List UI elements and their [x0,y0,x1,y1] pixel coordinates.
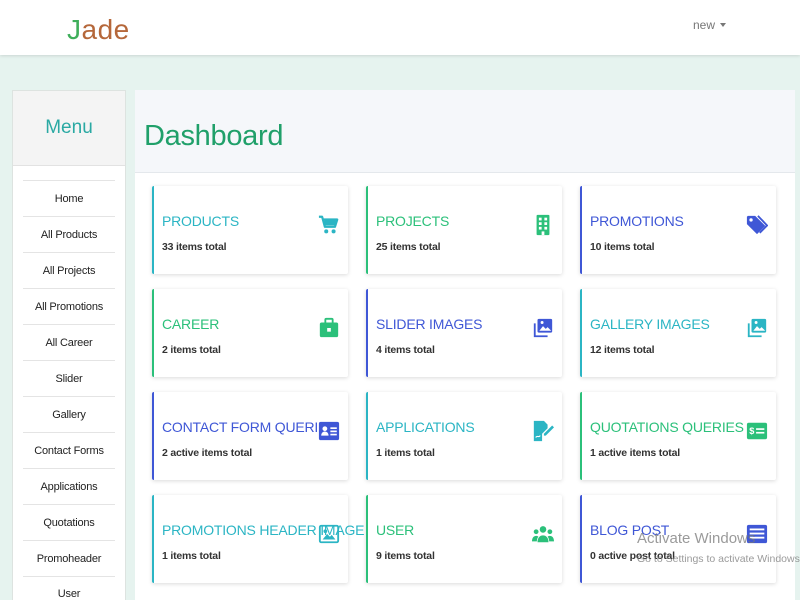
user-menu-label: new [693,18,716,32]
money-check-icon: $ [746,422,768,440]
card-title: GALLERY IMAGES [590,316,710,332]
cart-icon [318,215,339,234]
card-gallery-images[interactable]: GALLERY IMAGES 12 items total [580,289,776,377]
sidebar-item-user[interactable]: User [23,576,115,600]
card-count: 4 items total [376,344,435,356]
sidebar-header: Menu [13,91,125,166]
user-dropdown[interactable]: new [693,18,727,32]
card-career[interactable]: CAREER 2 items total [152,289,348,377]
card-title: USER [376,522,415,538]
card-title: PROMOTIONS [590,213,684,229]
card-quotations-queries[interactable]: QUOTATIONS QUERIES 1 active items total … [580,392,776,480]
card-products[interactable]: PRODUCTS 33 items total [152,186,348,274]
sidebar-item-contact-forms[interactable]: Contact Forms [23,432,115,468]
card-title: PRODUCTS [162,213,239,229]
card-count: 33 items total [162,241,227,253]
card-contact-form-queries[interactable]: CONTACT FORM QUERIES 2 active items tota… [152,392,348,480]
card-count: 1 items total [162,550,221,562]
file-signature-icon [533,420,554,442]
card-user[interactable]: USER 9 items total [366,495,562,583]
card-promotions[interactable]: PROMOTIONS 10 items total [580,186,776,274]
card-title: CAREER [162,316,220,332]
sidebar-item-promoheader[interactable]: Promoheader [23,540,115,576]
card-title: PROJECTS [376,213,450,229]
activate-windows-watermark: Activate Windows Go to Settings to activ… [637,530,800,565]
card-slider-images[interactable]: SLIDER IMAGES 4 items total [366,289,562,377]
jade-logo[interactable]: Jade [67,14,130,46]
tags-icon [746,215,768,235]
card-promotions-header-image[interactable]: PROMOTIONS HEADER IMAGE 1 items total [152,495,365,583]
briefcase-icon [319,317,339,338]
page-header: Dashboard [135,90,795,173]
sidebar-item-all-projects[interactable]: All Projects [23,252,115,288]
sidebar-item-quotations[interactable]: Quotations [23,504,115,540]
watermark-title: Activate Windows [637,530,756,547]
sidebar: Menu Home All Products All Projects All … [12,90,126,600]
card-title: APPLICATIONS [376,419,475,435]
images-icon [747,318,767,338]
svg-text:$: $ [749,426,754,436]
card-projects[interactable]: PROJECTS 25 items total [366,186,562,274]
card-title: SLIDER IMAGES [376,316,483,332]
users-icon [532,526,554,543]
card-count: 9 items total [376,550,435,562]
menu-title: Menu [45,117,93,138]
sidebar-item-all-products[interactable]: All Products [23,216,115,252]
card-count: 2 active items total [162,447,252,459]
sidebar-item-slider[interactable]: Slider [23,360,115,396]
sidebar-item-applications[interactable]: Applications [23,468,115,504]
card-title: QUOTATIONS QUERIES [590,419,744,435]
card-count: 1 items total [376,447,435,459]
card-title: CONTACT FORM QUERIES [162,419,337,435]
card-count: 2 items total [162,344,221,356]
card-count: 10 items total [590,241,655,253]
sidebar-item-gallery[interactable]: Gallery [23,396,115,432]
card-count: 25 items total [376,241,441,253]
sidebar-menu: Home All Products All Projects All Promo… [13,166,125,600]
sidebar-item-all-promotions[interactable]: All Promotions [23,288,115,324]
building-icon [536,214,550,236]
page-title: Dashboard [144,120,284,152]
card-applications[interactable]: APPLICATIONS 1 items total [366,392,562,480]
watermark-subtitle: Go to Settings to activate Windows. [637,553,800,565]
caret-down-icon [720,23,727,27]
image-icon [318,524,340,544]
sidebar-item-all-career[interactable]: All Career [23,324,115,360]
images-icon [533,318,553,338]
top-navbar: Jade new [0,0,800,55]
card-count: 1 active items total [590,447,680,459]
card-count: 12 items total [590,344,655,356]
contact-card-icon [318,421,340,441]
sidebar-item-home[interactable]: Home [23,180,115,216]
